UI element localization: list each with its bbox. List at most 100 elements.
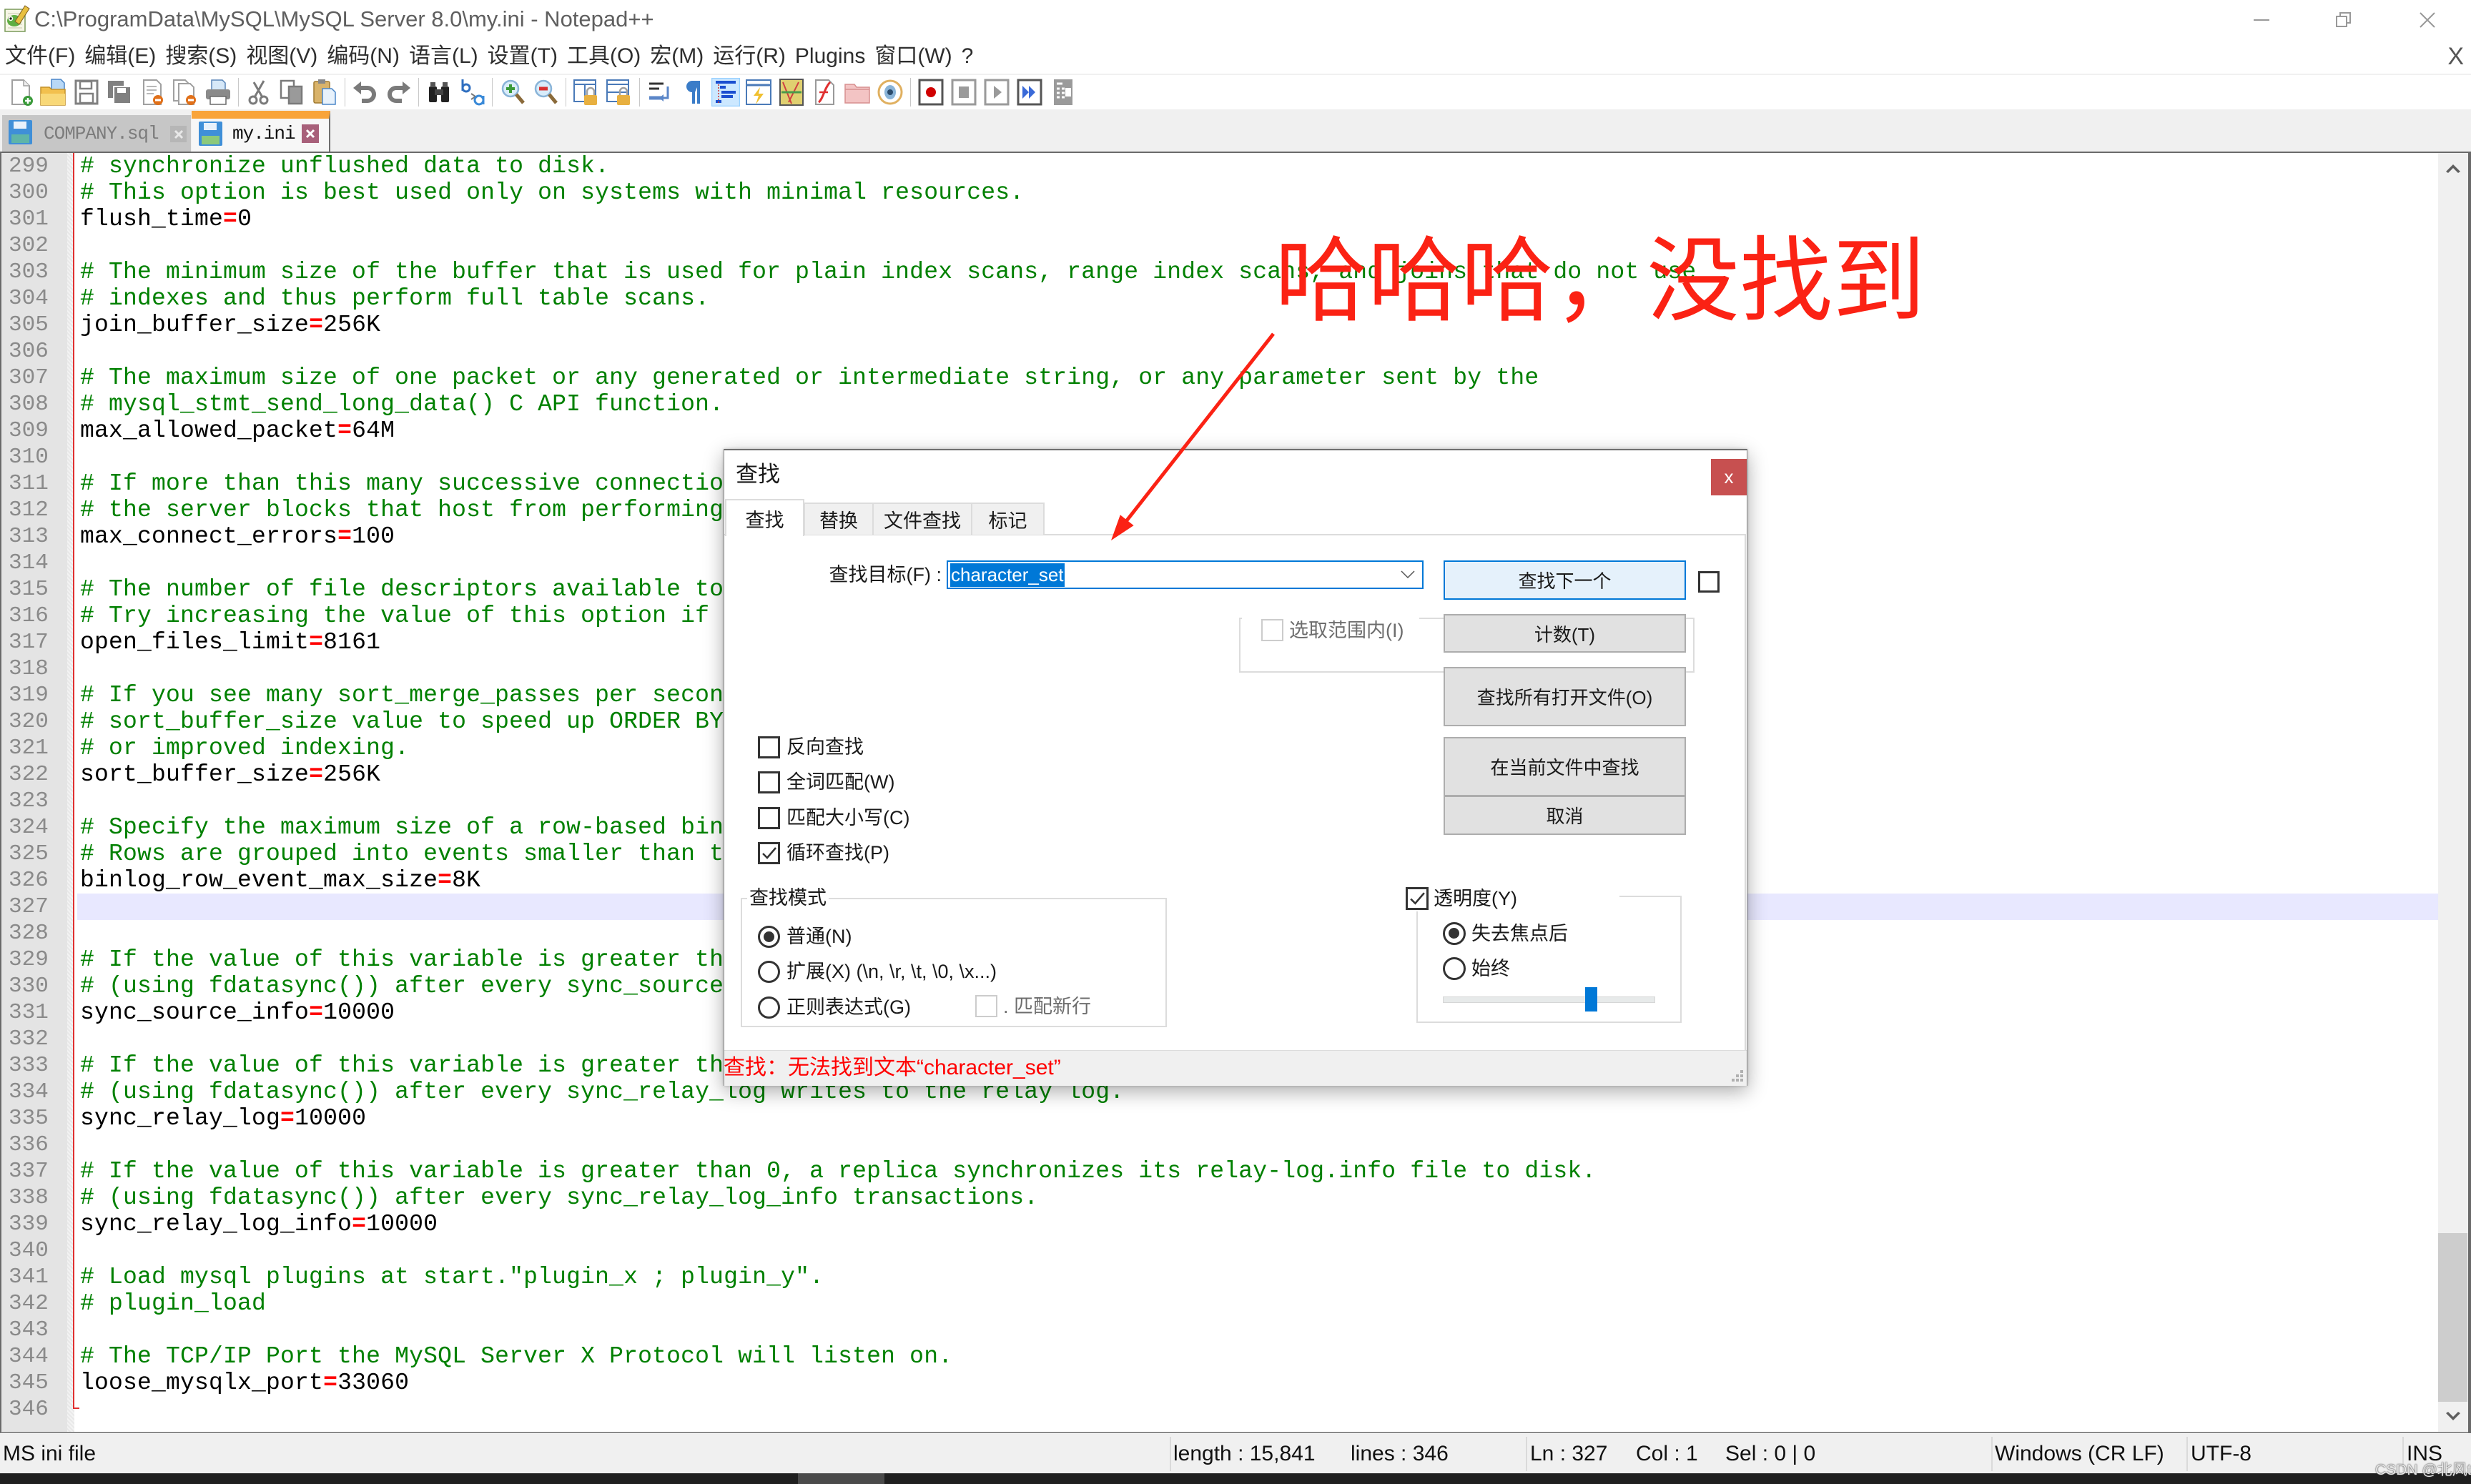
menu-search[interactable]: 搜索(S) <box>165 41 237 72</box>
code-line[interactable]: 343 <box>1 1317 2438 1343</box>
paste-button[interactable] <box>308 76 341 108</box>
dialog-tab-mark[interactable]: 标记 <box>971 503 1045 535</box>
vertical-scrollbar[interactable] <box>2438 153 2468 1432</box>
menu-edit[interactable]: 编辑(E) <box>84 41 156 72</box>
code-line[interactable]: 303 # The minimum size of the buffer that… <box>1 259 2438 285</box>
dialog-tab-find[interactable]: 查找 <box>725 499 804 536</box>
restore-button[interactable] <box>2304 0 2383 39</box>
menu-language[interactable]: 语言(L) <box>409 41 478 72</box>
undo-button[interactable] <box>349 76 382 108</box>
code-line[interactable]: 338 # (using fdatasync()) after every syn… <box>1 1184 2438 1211</box>
code-line[interactable]: 346 <box>1 1396 2438 1423</box>
close-all-button[interactable] <box>169 76 202 108</box>
close-document-button[interactable]: X <box>2447 41 2464 72</box>
save-button[interactable] <box>70 76 103 108</box>
cut-button[interactable] <box>242 76 275 108</box>
count-button[interactable]: 计数(T) <box>1444 614 1686 653</box>
tab-close-button[interactable] <box>302 124 319 143</box>
search-mode-regex-radio[interactable] <box>758 996 780 1019</box>
status-encoding[interactable]: UTF-8 <box>2191 1434 2251 1473</box>
folder-as-workspace-button[interactable] <box>841 76 874 108</box>
dialog-tab-find-in-files[interactable]: 文件查找 <box>872 503 972 535</box>
transparency-slider-track[interactable] <box>1443 996 1655 1003</box>
word-wrap-button[interactable] <box>643 76 676 108</box>
find-all-in-opened-documents-button[interactable]: 查找所有打开文件(O) <box>1444 667 1686 726</box>
close-window-button[interactable] <box>2388 0 2467 39</box>
code-line[interactable]: 340 <box>1 1237 2438 1264</box>
menu-view[interactable]: 视图(V) <box>246 41 317 72</box>
copy-button[interactable] <box>275 76 308 108</box>
menu-run[interactable]: 运行(R) <box>713 41 786 72</box>
scrollbar-thumb[interactable] <box>2438 1233 2467 1402</box>
dialog-tab-replace[interactable]: 替换 <box>804 503 874 535</box>
menu-plugins[interactable]: Plugins <box>795 41 865 72</box>
match-case-checkbox[interactable] <box>758 807 780 829</box>
transparency-slider-thumb[interactable] <box>1585 987 1598 1011</box>
search-mode-extended-radio[interactable] <box>758 961 780 983</box>
wrap-around-checkbox[interactable] <box>758 842 780 864</box>
menu-window[interactable]: 窗口(W) <box>874 41 952 72</box>
match-whole-word-checkbox[interactable] <box>758 771 780 793</box>
code-line[interactable]: 345 loose_mysqlx_port=33060 <box>1 1370 2438 1396</box>
cancel-button[interactable]: 取消 <box>1444 796 1686 835</box>
replace-button[interactable] <box>455 76 488 108</box>
code-line[interactable]: 302 <box>1 232 2438 259</box>
code-line[interactable]: 336 <box>1 1132 2438 1158</box>
code-line[interactable]: 344 # The TCP/IP Port the MySQL Server X … <box>1 1343 2438 1370</box>
menu-help[interactable]: ? <box>962 41 974 72</box>
document-monitoring-button[interactable] <box>874 76 907 108</box>
find-what-combobox[interactable]: character_set <box>947 560 1424 589</box>
start-recording-button[interactable] <box>914 76 947 108</box>
resize-grip-icon[interactable] <box>1731 1069 1744 1082</box>
find-all-in-current-document-button[interactable]: 在当前文件中查找 <box>1444 737 1686 796</box>
tab-my-ini[interactable]: my.ini <box>192 111 330 152</box>
sync-horizontal-scroll-button[interactable] <box>603 76 636 108</box>
status-eol-format[interactable]: Windows (CR LF) <box>1995 1434 2164 1473</box>
menu-macro[interactable]: 宏(M) <box>650 41 704 72</box>
code-line[interactable]: 337 # If the value of this variable is gr… <box>1 1158 2438 1184</box>
code-line[interactable]: 335 sync_relay_log=10000 <box>1 1105 2438 1132</box>
sync-vertical-scroll-button[interactable] <box>570 76 603 108</box>
user-defined-language-button[interactable] <box>742 76 775 108</box>
function-list-button[interactable] <box>808 76 841 108</box>
menu-file[interactable]: 文件(F) <box>5 41 75 72</box>
dialog-close-button[interactable]: x <box>1711 459 1747 495</box>
stop-recording-button[interactable] <box>947 76 980 108</box>
transparency-always-radio[interactable] <box>1443 957 1466 980</box>
open-file-button[interactable] <box>37 76 70 108</box>
chevron-down-icon[interactable] <box>1401 570 1415 579</box>
find-next-button[interactable]: 查找下一个 <box>1444 560 1686 600</box>
run-macro-multiple-button[interactable] <box>1013 76 1046 108</box>
code-line[interactable]: 299 # synchronize unflushed data to disk. <box>1 153 2438 179</box>
code-line[interactable]: 339 sync_relay_log_info=10000 <box>1 1211 2438 1237</box>
show-all-characters-button[interactable] <box>676 76 709 108</box>
menu-tools[interactable]: 工具(O) <box>567 41 641 72</box>
save-macro-button[interactable] <box>1046 76 1079 108</box>
find-what-value[interactable]: character_set <box>950 563 1065 587</box>
find-next-option-checkbox[interactable] <box>1698 571 1720 593</box>
print-button[interactable] <box>202 76 235 108</box>
code-line[interactable]: 304 # indexes and thus perform full table… <box>1 285 2438 312</box>
code-line[interactable]: 301 flush_time=0 <box>1 206 2438 232</box>
dot-matches-newline-checkbox[interactable] <box>975 995 997 1017</box>
find-button[interactable] <box>423 76 455 108</box>
scroll-down-button[interactable] <box>2438 1402 2468 1432</box>
taskbar-item[interactable] <box>798 1473 884 1484</box>
playback-button[interactable] <box>980 76 1013 108</box>
zoom-out-button[interactable] <box>529 76 562 108</box>
code-line[interactable]: 341 # Load mysql plugins at start."plugin… <box>1 1264 2438 1290</box>
menu-settings[interactable]: 设置(T) <box>488 41 558 72</box>
new-file-button[interactable] <box>4 76 37 108</box>
redo-button[interactable] <box>382 76 415 108</box>
tab-company-sql[interactable]: COMPANY.sql <box>2 115 191 152</box>
code-line[interactable]: 300 # This option is best used only on sy… <box>1 179 2438 206</box>
zoom-in-button[interactable] <box>496 76 529 108</box>
in-selection-checkbox[interactable] <box>1261 619 1283 641</box>
minimize-button[interactable] <box>2222 0 2301 39</box>
backward-direction-checkbox[interactable] <box>758 736 780 758</box>
close-button[interactable] <box>136 76 169 108</box>
menu-encoding[interactable]: 编码(N) <box>327 41 400 72</box>
save-all-button[interactable] <box>103 76 136 108</box>
transparency-checkbox[interactable] <box>1406 887 1429 910</box>
code-line[interactable]: 342 # plugin_load <box>1 1290 2438 1317</box>
